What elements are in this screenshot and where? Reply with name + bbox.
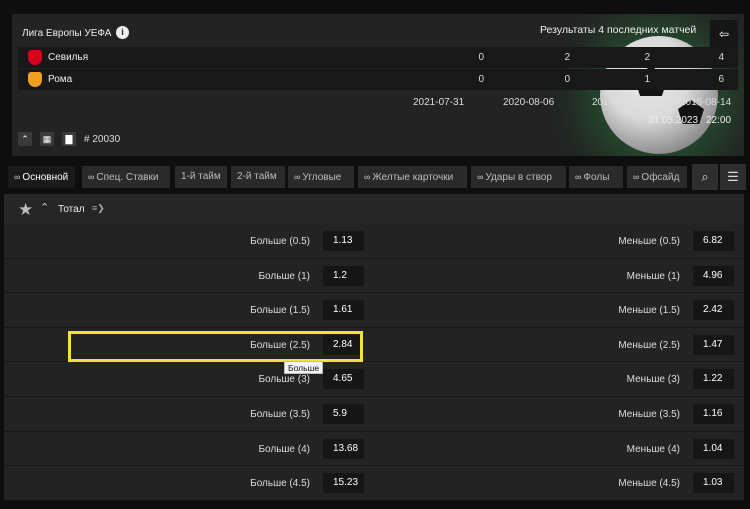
over-label: Больше (4.5) [250, 478, 310, 490]
under-odd-button[interactable]: 1.22 [693, 369, 734, 390]
collapse-icon[interactable]: ⌃ [18, 132, 32, 146]
team-name: Рома [48, 74, 73, 85]
under-label: Меньше (0.5) [618, 236, 680, 247]
score: 2 [644, 52, 650, 63]
under-label: Меньше (3) [626, 374, 680, 386]
over-label: Больше (4) [258, 443, 310, 455]
under-label: Меньше (1.5) [618, 305, 680, 317]
under-odd-button[interactable]: 2.42 [693, 300, 734, 321]
results-title: Результаты 4 последних матчей [540, 24, 697, 36]
over-odd-button[interactable]: 15.23 [323, 473, 364, 494]
info-icon[interactable]: i [116, 26, 129, 39]
link-icon: ∞ [633, 172, 640, 182]
team-logo [28, 50, 42, 65]
league-name: Лига Европы УЕФА [22, 28, 112, 39]
stats-icon[interactable]: ▇ [62, 132, 76, 146]
over-odd-button[interactable]: 4.65 [323, 369, 364, 390]
market-link-icon: ≡❯ [92, 203, 105, 213]
market-tabs: ∞ Основной ∞ Спец. Ставки 1-й тайм 2-й тай… [4, 164, 746, 190]
over-odd-button[interactable]: 13.68 [323, 438, 364, 459]
under-odd-button[interactable]: 4.96 [693, 265, 734, 286]
over-label: Больше (1) [258, 270, 310, 282]
link-icon: ∞ [14, 172, 21, 182]
team-logo [28, 72, 42, 87]
team-row: Севилья 0 2 2 4 [18, 47, 738, 68]
over-label: Больше (3.5) [250, 408, 310, 420]
odds-row: Больше (1) 1.2 Меньше (1) 4.96 [4, 258, 744, 294]
match-date: 2017-08-10 [592, 97, 644, 108]
market-header[interactable]: ★ ⌃ Тотал ≡❯ [4, 194, 744, 224]
under-label: Меньше (2.5) [618, 339, 680, 351]
under-odd-button[interactable]: 1.47 [693, 334, 734, 355]
score: 6 [718, 74, 724, 85]
star-icon[interactable]: ★ [18, 200, 33, 220]
link-icon: ∞ [575, 172, 582, 182]
over-label: Больше (3) [258, 374, 310, 386]
chevron-up-icon[interactable]: ⌃ [40, 201, 49, 214]
under-odd-button[interactable]: 1.03 [693, 473, 734, 494]
score: 0 [564, 74, 570, 85]
under-label: Меньше (4.5) [618, 478, 680, 490]
link-icon: ∞ [477, 172, 484, 182]
event-time: 22:00 [706, 115, 732, 126]
odds-row: Больше (4.5) 15.23 Меньше (4.5) 1.03 [4, 466, 744, 501]
over-label: Больше (0.5) [250, 236, 310, 247]
tab-second-half[interactable]: 2-й тайм [231, 166, 285, 188]
tab-special[interactable]: ∞ Спец. Ставки [82, 166, 170, 188]
match-id: # 20030 [84, 134, 121, 145]
team-row: Рома 0 0 1 6 [18, 69, 738, 90]
over-odd-button[interactable]: 5.9 [323, 403, 364, 424]
team-name: Севилья [48, 52, 89, 63]
over-odd-button[interactable]: 1.2 [323, 265, 364, 286]
tab-offside[interactable]: ∞ Офсайд [627, 166, 687, 188]
search-icon[interactable]: ⌕ [692, 164, 718, 190]
match-date: 2020-08-06 [503, 97, 555, 108]
tab-shots[interactable]: ∞ Удары в створ [471, 166, 566, 188]
score: 2 [564, 52, 570, 63]
grid-icon[interactable]: ▦ [40, 132, 54, 146]
market-title: Тотал [58, 204, 85, 215]
under-label: Меньше (1) [626, 270, 680, 282]
odds-row: Больше (0.5) 1.13 Меньше (0.5) 6.82 [4, 224, 744, 259]
under-odd-button[interactable]: 6.82 [693, 231, 734, 251]
odds-row: Больше (4) 13.68 Меньше (4) 1.04 [4, 431, 744, 467]
under-label: Меньше (4) [626, 443, 680, 455]
selection-highlight [68, 331, 363, 362]
score: 0 [478, 52, 484, 63]
event-date: 31.05.2023 [648, 115, 699, 126]
tooltip: Больше [284, 361, 324, 374]
over-odd-button[interactable]: 1.13 [323, 231, 364, 251]
tab-yellow-cards[interactable]: ∞ Желтые карточки [358, 166, 467, 188]
link-icon: ∞ [88, 172, 95, 182]
match-date: 2015-08-14 [680, 97, 732, 108]
tab-first-half[interactable]: 1-й тайм [175, 166, 227, 188]
odds-row: Больше (3) 4.65 Меньше (3) 1.22 [4, 362, 744, 397]
odds-row: Больше (3.5) 5.9 Меньше (3.5) 1.16 [4, 396, 744, 432]
match-header: Лига Европы УЕФА i Результаты 4 последни… [12, 14, 744, 156]
under-odd-button[interactable]: 1.16 [693, 403, 734, 424]
link-icon: ∞ [364, 172, 371, 182]
score: 1 [644, 74, 650, 85]
betting-page: Лига Европы УЕФА i Результаты 4 последни… [0, 0, 750, 509]
link-icon: ∞ [294, 172, 301, 182]
back-button[interactable]: ⇦ [710, 20, 738, 48]
under-odd-button[interactable]: 1.04 [693, 438, 734, 459]
score: 4 [718, 52, 724, 63]
tab-fouls[interactable]: ∞ Фолы [569, 166, 623, 188]
over-odd-button[interactable]: 1.61 [323, 300, 364, 321]
score: 0 [478, 74, 484, 85]
odds-list: Больше (0.5) 1.13 Меньше (0.5) 6.82 Боль… [4, 224, 744, 501]
under-label: Меньше (3.5) [618, 408, 680, 420]
match-date: 2021-07-31 [413, 97, 465, 108]
over-label: Больше (1.5) [250, 305, 310, 317]
tab-corners[interactable]: ∞ Угловые [288, 166, 354, 188]
menu-icon[interactable]: ☰ [720, 164, 746, 190]
odds-row: Больше (1.5) 1.61 Меньше (1.5) 2.42 [4, 293, 744, 328]
tab-main[interactable]: ∞ Основной [8, 166, 75, 188]
